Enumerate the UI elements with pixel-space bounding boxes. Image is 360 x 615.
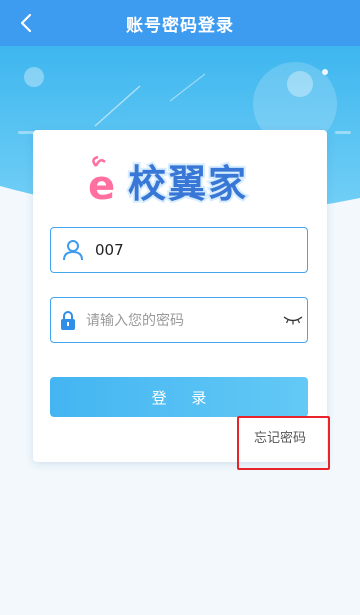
password-field[interactable]: [50, 297, 308, 343]
app-logo: e 校翼家: [87, 152, 278, 212]
chevron-left-icon: [20, 13, 32, 33]
user-icon: [51, 227, 95, 273]
top-bar: 账号密码登录: [0, 0, 360, 46]
password-input[interactable]: [85, 300, 280, 340]
lock-icon: [51, 297, 86, 343]
account-input[interactable]: [95, 230, 307, 270]
back-button[interactable]: [8, 5, 44, 41]
account-field[interactable]: [50, 227, 308, 273]
logo-letter: e: [88, 163, 115, 209]
login-button[interactable]: 登 录: [50, 377, 308, 417]
logo-text: 校翼家: [128, 162, 248, 206]
eye-closed-icon[interactable]: [280, 297, 307, 343]
page-title: 账号密码登录: [126, 15, 234, 36]
login-card: e 校翼家 007 登 录 忘记密码: [33, 130, 327, 462]
highlight-box: [237, 416, 330, 470]
